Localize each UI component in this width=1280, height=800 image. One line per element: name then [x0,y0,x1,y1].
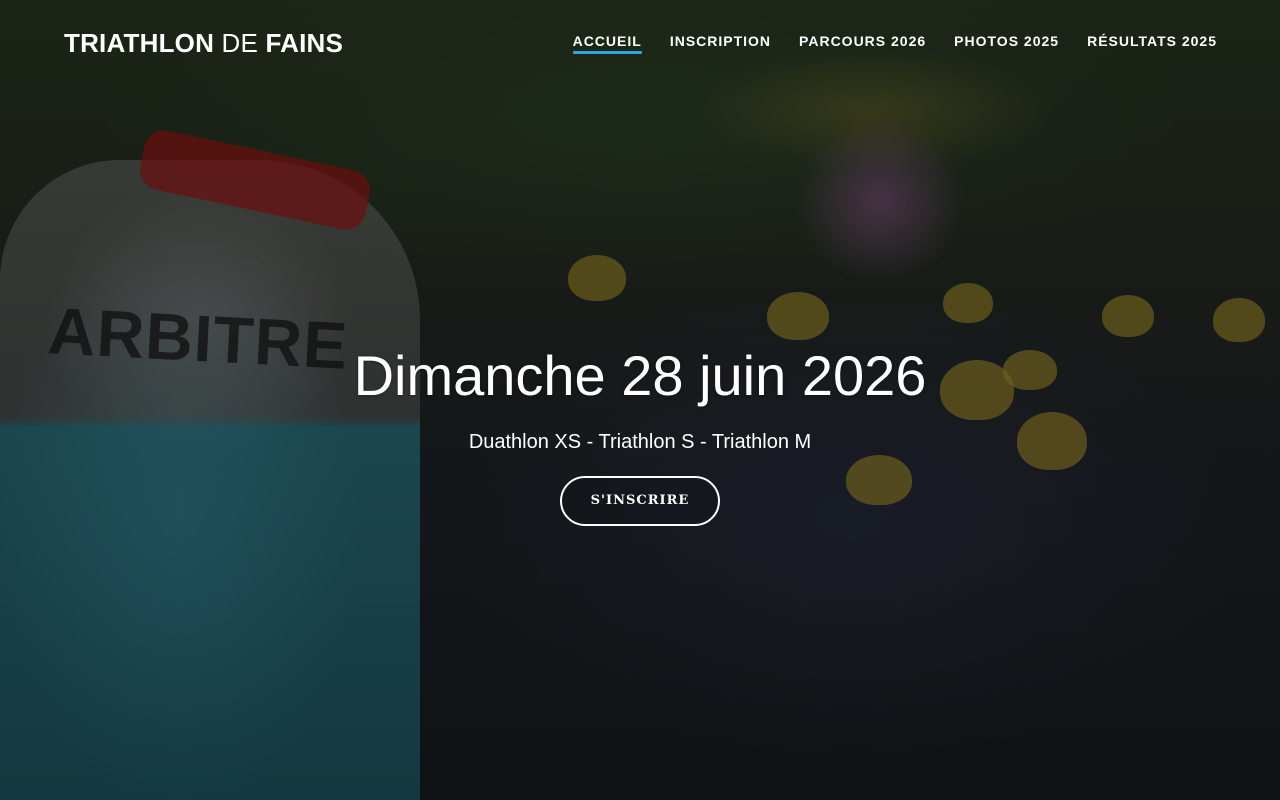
nav-item-photos[interactable]: PHOTOS 2025 [954,33,1059,53]
hero-subtitle: Duathlon XS - Triathlon S - Triathlon M [468,431,812,453]
hero-title: Dimanche 28 juin 2026 [353,344,927,407]
brand-part-2: DE [221,28,259,58]
register-button[interactable]: S'INSCRIRE [560,476,720,526]
brand-part-3: FAINS [265,28,344,58]
brand-part-1: TRIATHLON [64,28,215,58]
nav-item-accueil[interactable]: ACCUEIL [572,33,643,54]
site-logo-link[interactable]: TRIATHLON DE FAINS [64,28,343,59]
nav-item-resultats[interactable]: RÉSULTATS 2025 [1087,33,1217,53]
nav-item-parcours[interactable]: PARCOURS 2026 [799,33,926,53]
hero-content: Dimanche 28 juin 2026 Duathlon XS - Tria… [0,340,1280,526]
main-navigation: ACCUEIL INSCRIPTION PARCOURS 2026 PHOTOS… [572,33,1217,54]
site-header: TRIATHLON DE FAINS ACCUEIL INSCRIPTION P… [0,0,1280,84]
nav-item-inscription[interactable]: INSCRIPTION [670,33,771,53]
